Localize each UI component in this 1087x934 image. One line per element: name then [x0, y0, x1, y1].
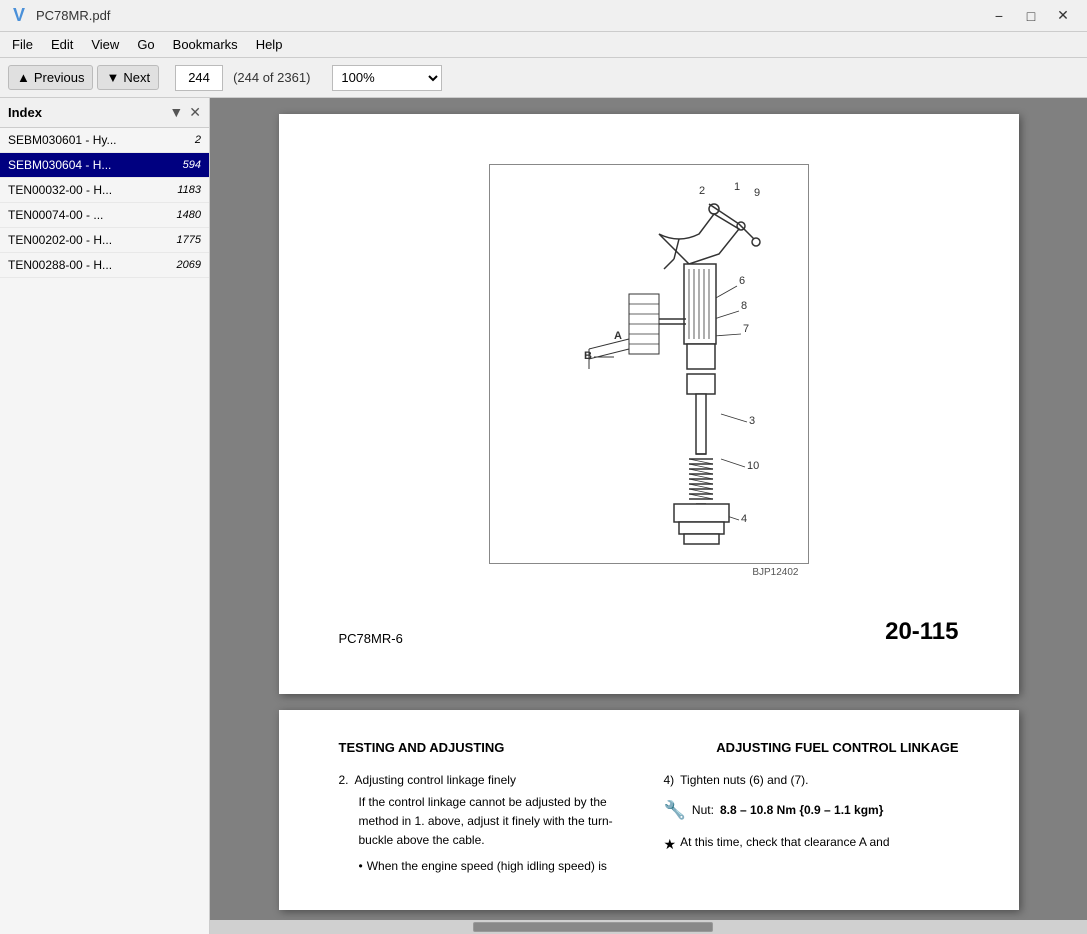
- page-left-label: PC78MR-6: [339, 631, 403, 646]
- step4-number: 4): [664, 771, 675, 790]
- menu-help[interactable]: Help: [248, 35, 291, 54]
- svg-text:7: 7: [743, 323, 749, 335]
- sidebar: Index ▼ ✕ SEBM030601 - Hy... 2 SEBM03060…: [0, 98, 210, 934]
- down-arrow-icon: ▼: [106, 70, 119, 85]
- step-title: Adjusting control linkage finely: [355, 771, 516, 789]
- nut-label: Nut:: [692, 801, 714, 820]
- diagram-caption: BJP12402: [489, 567, 809, 578]
- diagram-container: 2 1 9: [339, 154, 959, 588]
- menu-bookmarks[interactable]: Bookmarks: [165, 35, 246, 54]
- svg-text:A: A: [614, 330, 622, 342]
- section-left-title: TESTING AND ADJUSTING: [339, 740, 505, 755]
- sidebar-item-4[interactable]: TEN00202-00 - H... 1775: [0, 228, 209, 253]
- pdf-page-2: TESTING AND ADJUSTING ADJUSTING FUEL CON…: [279, 710, 1019, 910]
- scrollbar-thumb[interactable]: [473, 922, 713, 932]
- horizontal-scrollbar[interactable]: [210, 920, 1087, 934]
- page-info: (244 of 2361): [233, 70, 310, 85]
- sidebar-item-name-2: TEN00032-00 - H...: [8, 183, 173, 197]
- sidebar-item-page-0: 2: [195, 134, 201, 146]
- sidebar-item-page-2: 1183: [177, 184, 201, 196]
- nut-value: 8.8 – 10.8 Nm {0.9 – 1.1 kgm}: [720, 801, 883, 820]
- previous-button[interactable]: ▲ Previous: [8, 65, 93, 90]
- step-text1: If the control linkage cannot be adjuste…: [359, 793, 634, 851]
- main-layout: Index ▼ ✕ SEBM030601 - Hy... 2 SEBM03060…: [0, 98, 1087, 934]
- zoom-select[interactable]: 100% 50% 75% 125% 150% 200%: [332, 65, 442, 91]
- menu-file[interactable]: File: [4, 35, 41, 54]
- page-right-label: 20-115: [885, 618, 958, 646]
- content-columns: 2. Adjusting control linkage finely If t…: [339, 771, 959, 876]
- technical-diagram: 2 1 9: [499, 174, 799, 554]
- content-right: 4) Tighten nuts (6) and (7). 🔧 Nut: 8.8 …: [664, 771, 959, 876]
- step-number: 2.: [339, 771, 349, 789]
- sidebar-item-page-3: 1480: [177, 209, 201, 221]
- sidebar-item-page-4: 1775: [177, 234, 201, 246]
- sidebar-items: SEBM030601 - Hy... 2 SEBM030604 - H... 5…: [0, 128, 209, 934]
- sidebar-item-page-1: 594: [183, 159, 201, 171]
- bullet-icon: •: [359, 857, 363, 876]
- minimize-button[interactable]: −: [983, 0, 1015, 32]
- menu-view[interactable]: View: [83, 35, 127, 54]
- sidebar-title: Index: [8, 105, 42, 120]
- svg-text:9: 9: [754, 187, 760, 199]
- wrench-icon: 🔧: [664, 796, 686, 825]
- sidebar-header: Index ▼ ✕: [0, 98, 209, 128]
- svg-text:1: 1: [734, 181, 740, 193]
- content-left: 2. Adjusting control linkage finely If t…: [339, 771, 634, 876]
- note-text: At this time, check that clearance A and: [680, 833, 889, 852]
- sidebar-dropdown-icon[interactable]: ▼: [169, 104, 183, 121]
- window-controls: − □ ✕: [983, 0, 1079, 32]
- up-arrow-icon: ▲: [17, 70, 30, 85]
- sidebar-item-1[interactable]: SEBM030604 - H... 594: [0, 153, 209, 178]
- svg-text:2: 2: [699, 185, 705, 197]
- menubar: File Edit View Go Bookmarks Help: [0, 32, 1087, 58]
- sidebar-item-5[interactable]: TEN00288-00 - H... 2069: [0, 253, 209, 278]
- sidebar-header-icons: ▼ ✕: [169, 104, 201, 121]
- titlebar: V PC78MR.pdf − □ ✕: [0, 0, 1087, 32]
- page-footer: PC78MR-6 20-115: [339, 608, 959, 646]
- next-label: Next: [123, 70, 150, 85]
- sidebar-item-name-4: TEN00202-00 - H...: [8, 233, 173, 247]
- titlebar-left: V PC78MR.pdf: [8, 5, 110, 27]
- pdf-page-1: 2 1 9: [279, 114, 1019, 694]
- svg-text:8: 8: [741, 300, 747, 312]
- maximize-button[interactable]: □: [1015, 0, 1047, 32]
- sidebar-item-3[interactable]: TEN00074-00 - ... 1480: [0, 203, 209, 228]
- svg-text:10: 10: [747, 460, 759, 472]
- next-button[interactable]: ▼ Next: [97, 65, 159, 90]
- sidebar-item-page-5: 2069: [177, 259, 201, 271]
- sidebar-close-icon[interactable]: ✕: [189, 104, 201, 121]
- sidebar-item-name-1: SEBM030604 - H...: [8, 158, 179, 172]
- menu-go[interactable]: Go: [129, 35, 162, 54]
- previous-label: Previous: [34, 70, 85, 85]
- svg-text:3: 3: [749, 415, 755, 427]
- step4-text: Tighten nuts (6) and (7).: [680, 771, 808, 790]
- bullet1-text: When the engine speed (high idling speed…: [367, 857, 607, 876]
- section-header: TESTING AND ADJUSTING ADJUSTING FUEL CON…: [339, 740, 959, 755]
- star-icon: ★: [664, 833, 677, 855]
- toolbar: ▲ Previous ▼ Next (244 of 2361) 100% 50%…: [0, 58, 1087, 98]
- sidebar-item-name-0: SEBM030601 - Hy...: [8, 133, 191, 147]
- sidebar-item-2[interactable]: TEN00032-00 - H... 1183: [0, 178, 209, 203]
- sidebar-item-name-5: TEN00288-00 - H...: [8, 258, 173, 272]
- sidebar-item-name-3: TEN00074-00 - ...: [8, 208, 173, 222]
- nut-line: 🔧 Nut: 8.8 – 10.8 Nm {0.9 – 1.1 kgm}: [664, 796, 959, 825]
- svg-text:B: B: [584, 350, 592, 362]
- content-area[interactable]: 2 1 9: [210, 98, 1087, 934]
- app-logo: V: [8, 5, 30, 27]
- svg-text:4: 4: [741, 513, 747, 525]
- menu-edit[interactable]: Edit: [43, 35, 81, 54]
- window-title: PC78MR.pdf: [36, 8, 110, 23]
- section-right-title: ADJUSTING FUEL CONTROL LINKAGE: [716, 740, 958, 755]
- diagram-box: 2 1 9: [489, 164, 809, 564]
- spring: [689, 454, 713, 504]
- svg-text:6: 6: [739, 275, 745, 287]
- sidebar-item-0[interactable]: SEBM030601 - Hy... 2: [0, 128, 209, 153]
- close-button[interactable]: ✕: [1047, 0, 1079, 32]
- page-input[interactable]: [175, 65, 223, 91]
